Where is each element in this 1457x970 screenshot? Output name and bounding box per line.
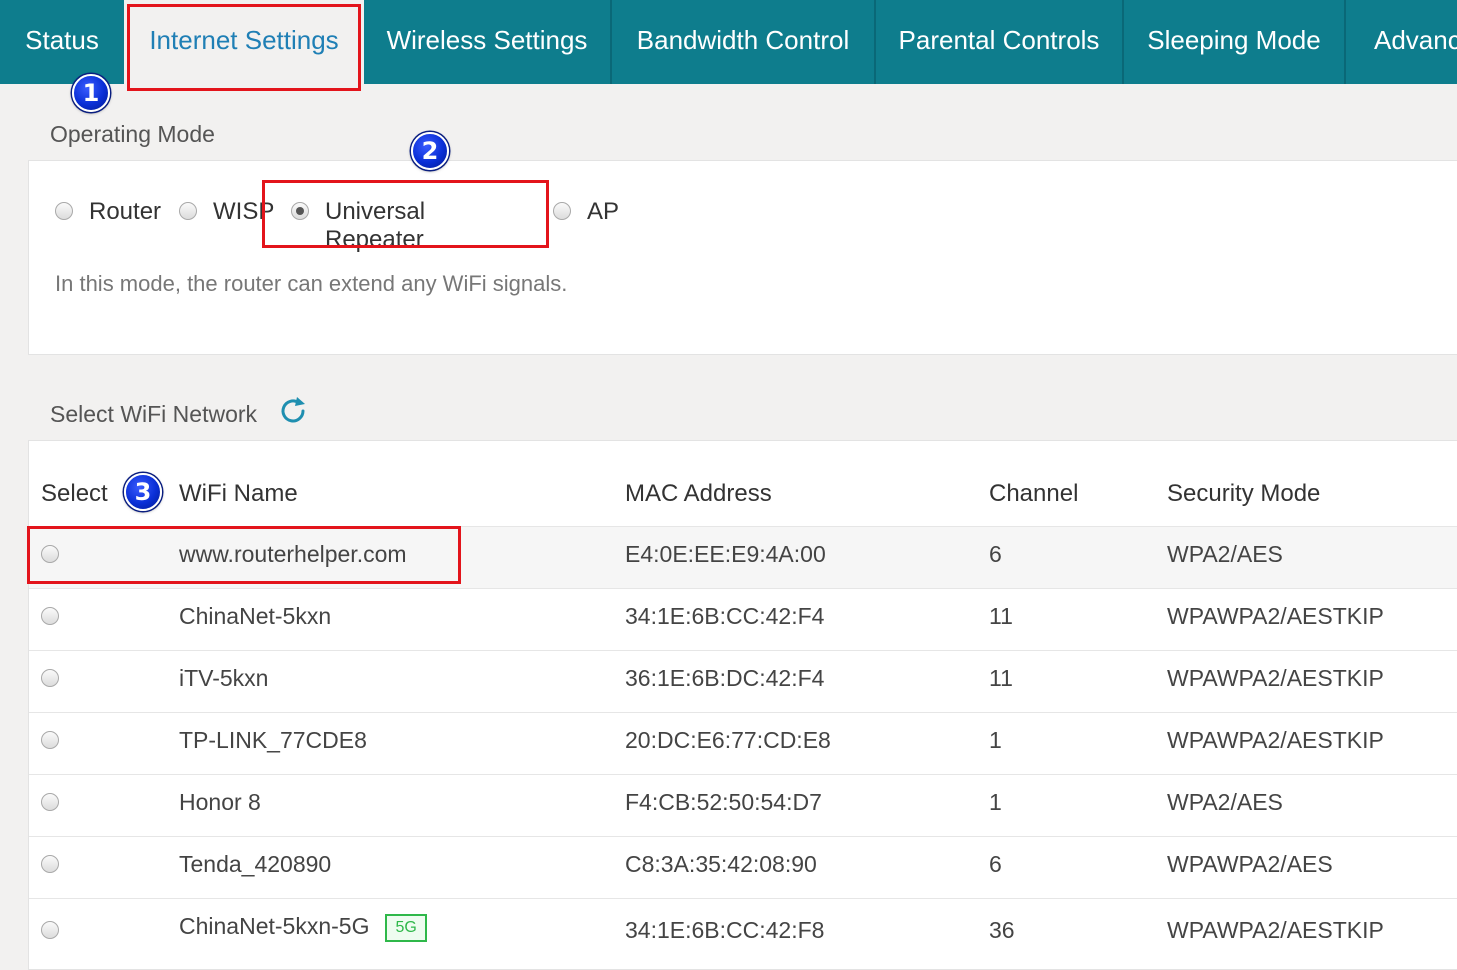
mac-address: 34:1E:6B:CC:42:F4: [625, 603, 825, 629]
security-mode: WPA2/AES: [1167, 789, 1283, 815]
table-row[interactable]: www.routerhelper.com E4:0E:EE:E9:4A:00 6…: [29, 526, 1457, 588]
security-mode: WPA2/AES: [1167, 541, 1283, 567]
wifi-name: Honor 8: [179, 789, 261, 815]
table-row[interactable]: Honor 8 F4:CB:52:50:54:D7 1 WPA2/AES: [29, 774, 1457, 836]
wisp-label[interactable]: WISP: [213, 198, 274, 226]
wifi-name: ChinaNet-5kxn-5G: [179, 913, 370, 939]
mac-address: C8:3A:35:42:08:90: [625, 851, 817, 877]
column-header-mac-address: MAC Address: [625, 480, 772, 507]
column-header-security-mode: Security Mode: [1167, 480, 1321, 507]
wifi-name: ChinaNet-5kxn: [179, 603, 332, 629]
wifi-name: TP-LINK_77CDE8: [179, 727, 367, 753]
select-wifi-title: Select WiFi Network: [50, 401, 258, 427]
row-select-radio[interactable]: [41, 731, 59, 749]
step-2-badge: 2: [411, 132, 449, 170]
mac-address: 34:1E:6B:CC:42:F8: [625, 917, 825, 943]
row-select-radio[interactable]: [41, 669, 59, 687]
security-mode: WPAWPA2/AESTKIP: [1167, 665, 1384, 691]
wifi-name: Tenda_420890: [179, 851, 332, 877]
security-mode: WPAWPA2/AESTKIP: [1167, 603, 1384, 629]
wisp-radio[interactable]: [179, 202, 197, 220]
universal-repeater-radio[interactable]: [291, 202, 309, 220]
step-1-badge: 1: [72, 74, 110, 112]
ap-radio[interactable]: [553, 202, 571, 220]
wifi-name-cell: ChinaNet-5kxn-5G 5G: [179, 913, 427, 942]
wifi-name: iTV-5kxn: [179, 665, 269, 691]
tab-sleeping-mode[interactable]: Sleeping Mode: [1122, 0, 1344, 84]
row-select-radio[interactable]: [41, 545, 59, 563]
table-row[interactable]: TP-LINK_77CDE8 20:DC:E6:77:CD:E8 1 WPAWP…: [29, 712, 1457, 774]
channel: 1: [989, 727, 1002, 753]
channel: 11: [989, 665, 1013, 691]
security-mode: WPAWPA2/AES: [1167, 851, 1333, 877]
mode-description: In this mode, the router can extend any …: [55, 271, 568, 296]
channel: 36: [989, 917, 1015, 943]
column-header-select: Select: [41, 480, 108, 507]
step-3-badge: 3: [124, 473, 162, 511]
operating-mode-panel: [28, 160, 1457, 355]
row-select-radio[interactable]: [41, 855, 59, 873]
mac-address: E4:0E:EE:E9:4A:00: [625, 541, 826, 567]
channel: 6: [989, 851, 1002, 877]
tab-parental-controls[interactable]: Parental Controls: [874, 0, 1122, 84]
wifi-name: www.routerhelper.com: [179, 541, 407, 567]
ap-label[interactable]: AP: [587, 198, 619, 226]
security-mode: WPAWPA2/AESTKIP: [1167, 917, 1384, 943]
universal-repeater-label[interactable]: Universal Repeater: [325, 198, 425, 254]
table-row[interactable]: iTV-5kxn 36:1E:6B:DC:42:F4 11 WPAWPA2/AE…: [29, 650, 1457, 712]
mac-address: F4:CB:52:50:54:D7: [625, 789, 822, 815]
5g-badge: 5G: [385, 913, 427, 942]
table-row[interactable]: ChinaNet-5kxn 34:1E:6B:CC:42:F4 11 WPAWP…: [29, 588, 1457, 650]
channel: 11: [989, 603, 1013, 629]
tab-bandwidth-control[interactable]: Bandwidth Control: [610, 0, 874, 84]
column-header-channel: Channel: [989, 480, 1079, 507]
table-row[interactable]: ChinaNet-5kxn-5G 5G 34:1E:6B:CC:42:F8 36 …: [29, 898, 1457, 961]
row-select-radio[interactable]: [41, 921, 59, 939]
router-label[interactable]: Router: [89, 198, 161, 226]
channel: 6: [989, 541, 1002, 567]
tab-internet-settings[interactable]: Internet Settings: [124, 0, 364, 84]
mac-address: 20:DC:E6:77:CD:E8: [625, 727, 831, 753]
row-select-radio[interactable]: [41, 607, 59, 625]
refresh-icon[interactable]: [277, 395, 309, 427]
tab-wireless-settings[interactable]: Wireless Settings: [364, 0, 610, 84]
table-row[interactable]: Tenda_420890 C8:3A:35:42:08:90 6 WPAWPA2…: [29, 836, 1457, 898]
operating-mode-title: Operating Mode: [50, 121, 215, 147]
channel: 1: [989, 789, 1002, 815]
tab-advanced[interactable]: Advanc: [1344, 0, 1457, 84]
router-radio[interactable]: [55, 202, 73, 220]
security-mode: WPAWPA2/AESTKIP: [1167, 727, 1384, 753]
row-select-radio[interactable]: [41, 793, 59, 811]
mac-address: 36:1E:6B:DC:42:F4: [625, 665, 825, 691]
top-nav: Status Internet Settings Wireless Settin…: [0, 0, 1457, 84]
tab-status[interactable]: Status: [0, 0, 124, 84]
column-header-wifi-name: WiFi Name: [179, 480, 298, 507]
